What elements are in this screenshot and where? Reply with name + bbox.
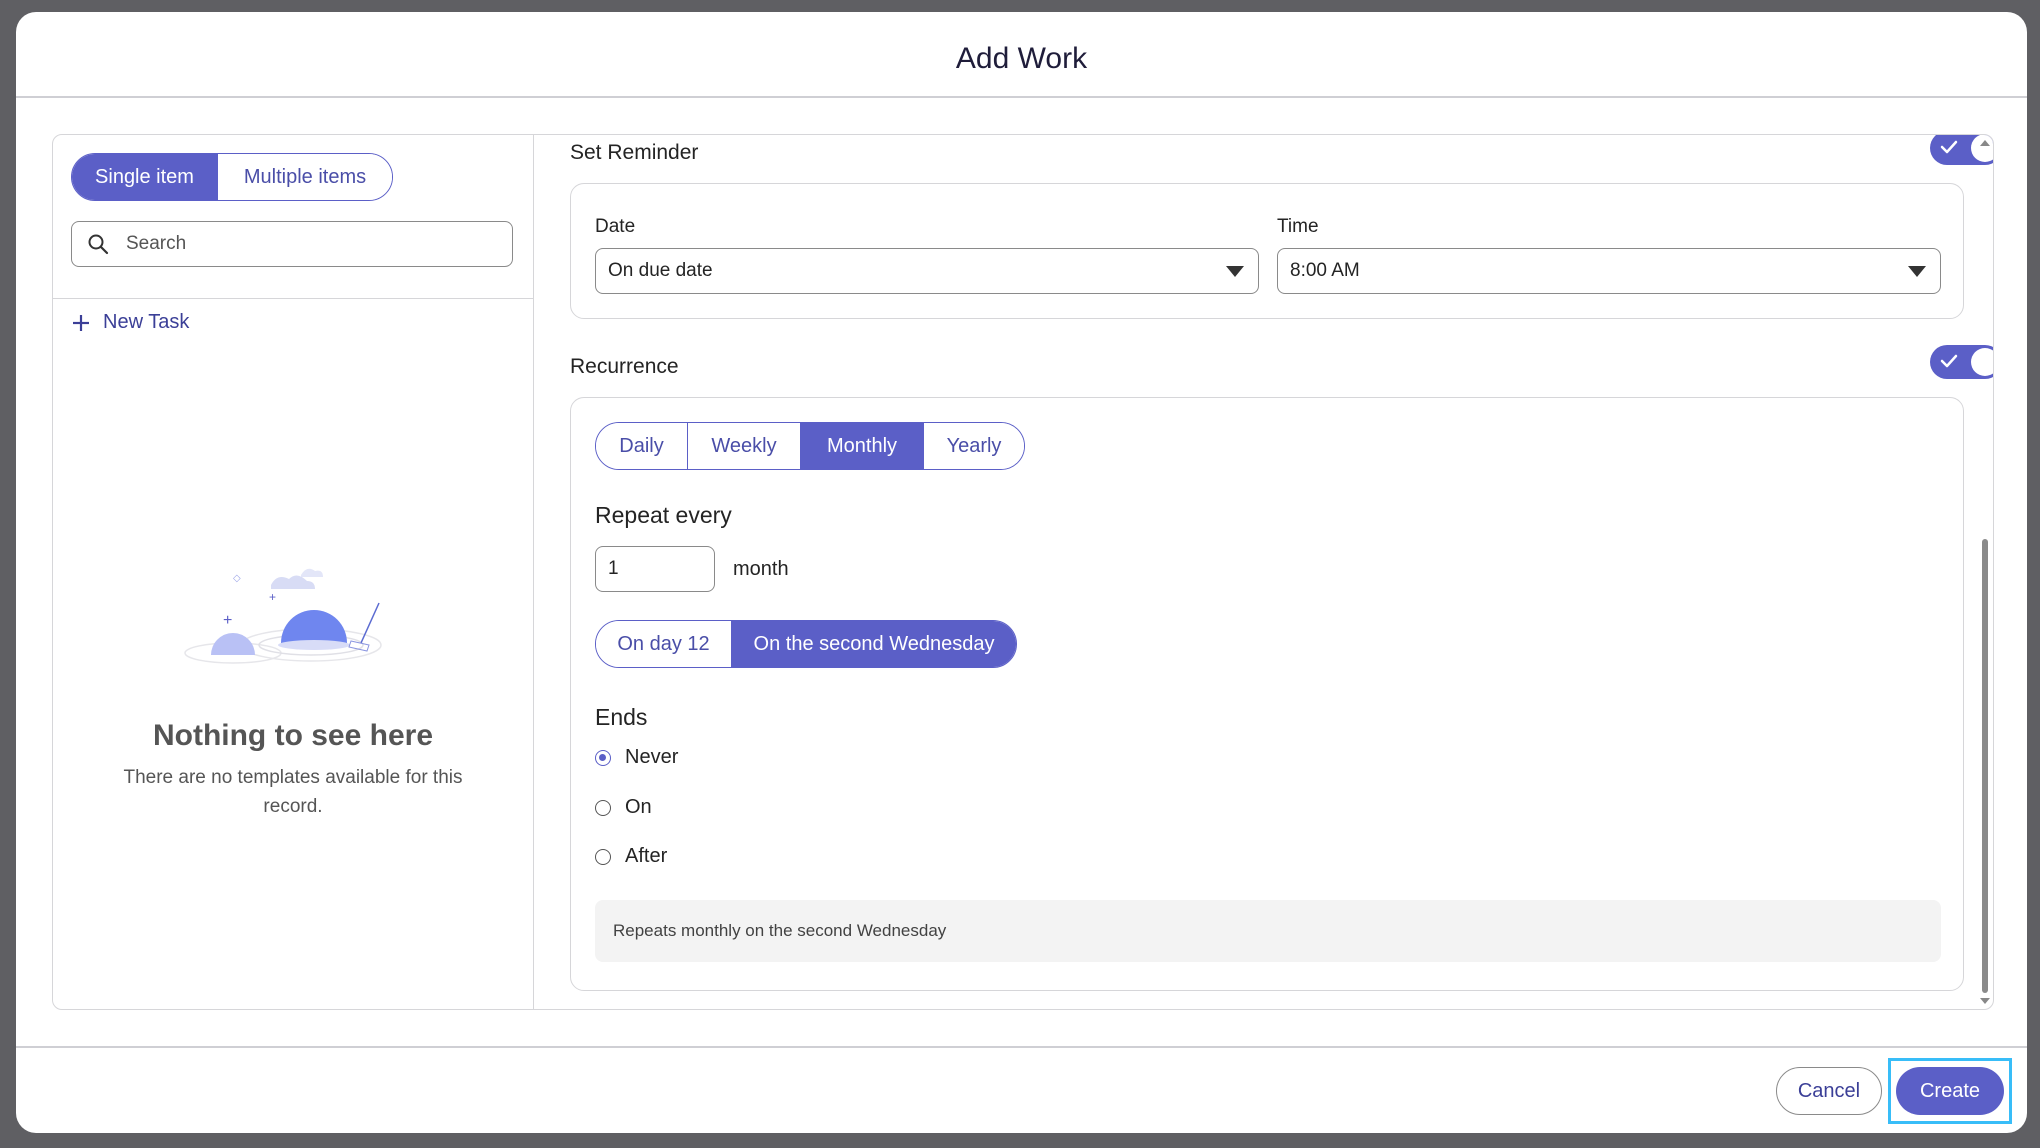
item-mode-toggle: Single item Multiple items — [71, 153, 393, 201]
day-option-tabs: On day 12 On the second Wednesday — [595, 620, 1017, 668]
scroll-down-arrow-icon[interactable] — [1980, 998, 1990, 1004]
recurrence-label: Recurrence — [570, 355, 679, 378]
dialog-body: Single item Multiple items New Task — [52, 134, 1994, 1010]
dialog-title: Add Work — [955, 42, 1088, 75]
tab-yearly[interactable]: Yearly — [924, 423, 1024, 469]
check-icon — [1940, 354, 1958, 368]
ends-never-label: Never — [625, 746, 679, 768]
time-select-value: 8:00 AM — [1290, 260, 1360, 281]
new-task-label: New Task — [103, 311, 190, 333]
tab-daily[interactable]: Daily — [596, 423, 688, 469]
date-select[interactable]: On due date — [595, 248, 1259, 294]
empty-state-illustration: + + ◇ — [184, 568, 382, 664]
radio-never[interactable] — [595, 749, 611, 766]
set-reminder-label: Set Reminder — [570, 141, 699, 164]
search-input[interactable] — [124, 232, 488, 256]
tab-multiple-items[interactable]: Multiple items — [218, 154, 392, 200]
ends-on-label: On — [625, 796, 652, 818]
ends-after-label: After — [625, 845, 668, 867]
tab-weekly[interactable]: Weekly — [688, 423, 801, 469]
chevron-down-icon — [1226, 266, 1244, 277]
recurrence-card: Daily Weekly Monthly Yearly Repeat every… — [570, 397, 1964, 991]
ends-never-option[interactable]: Never — [595, 746, 678, 769]
cancel-button[interactable]: Cancel — [1776, 1067, 1882, 1115]
date-select-value: On due date — [608, 260, 713, 281]
ends-label: Ends — [595, 704, 648, 730]
svg-text:+: + — [269, 590, 276, 604]
chevron-down-icon — [1908, 266, 1926, 277]
reminder-card: Date On due date Time 8:00 AM — [570, 183, 1964, 319]
repeat-every-label: Repeat every — [595, 502, 732, 528]
search-icon — [88, 234, 109, 255]
add-work-dialog: Add Work Single item Multiple items Sear… — [16, 12, 2027, 1133]
left-divider — [53, 298, 533, 299]
scroll-up-arrow-icon[interactable] — [1980, 140, 1990, 146]
footer-divider — [16, 1046, 2027, 1048]
check-icon — [1940, 140, 1958, 154]
header-divider — [16, 96, 2027, 98]
repeat-unit-label: month — [733, 558, 789, 580]
date-label: Date — [595, 216, 636, 237]
settings-scrollbar[interactable] — [1977, 135, 1993, 1009]
frequency-tabs: Daily Weekly Monthly Yearly — [595, 422, 1025, 470]
time-select[interactable]: 8:00 AM — [1277, 248, 1941, 294]
empty-state-subtitle: There are no templates available for thi… — [123, 767, 463, 817]
tab-on-weekday[interactable]: On the second Wednesday — [732, 621, 1016, 667]
repeat-interval-value: 1 — [608, 558, 619, 579]
radio-on[interactable] — [595, 799, 611, 816]
tab-single-item[interactable]: Single item — [72, 154, 218, 200]
plus-icon — [73, 314, 89, 331]
ends-after-option[interactable]: After — [595, 845, 667, 868]
create-button[interactable]: Create — [1896, 1067, 2004, 1115]
empty-state-title: Nothing to see here — [152, 719, 434, 752]
time-label: Time — [1277, 216, 1319, 237]
tab-on-day[interactable]: On day 12 — [596, 621, 732, 667]
tab-monthly[interactable]: Monthly — [801, 423, 924, 469]
radio-after[interactable] — [595, 848, 611, 865]
scroll-thumb[interactable] — [1982, 539, 1988, 993]
search-box — [71, 221, 513, 267]
recurrence-summary: Repeats monthly on the second Wednesday — [595, 900, 1941, 962]
repeat-interval-input[interactable]: 1 — [595, 546, 715, 592]
svg-text:+: + — [223, 612, 232, 629]
template-panel: Single item Multiple items New Task — [53, 135, 534, 1009]
svg-text:◇: ◇ — [233, 573, 241, 584]
ends-on-option[interactable]: On — [595, 796, 652, 819]
new-task-button[interactable]: New Task — [71, 311, 189, 334]
settings-panel: Set Reminder Date On due date Time 8:00 … — [534, 135, 1993, 1009]
